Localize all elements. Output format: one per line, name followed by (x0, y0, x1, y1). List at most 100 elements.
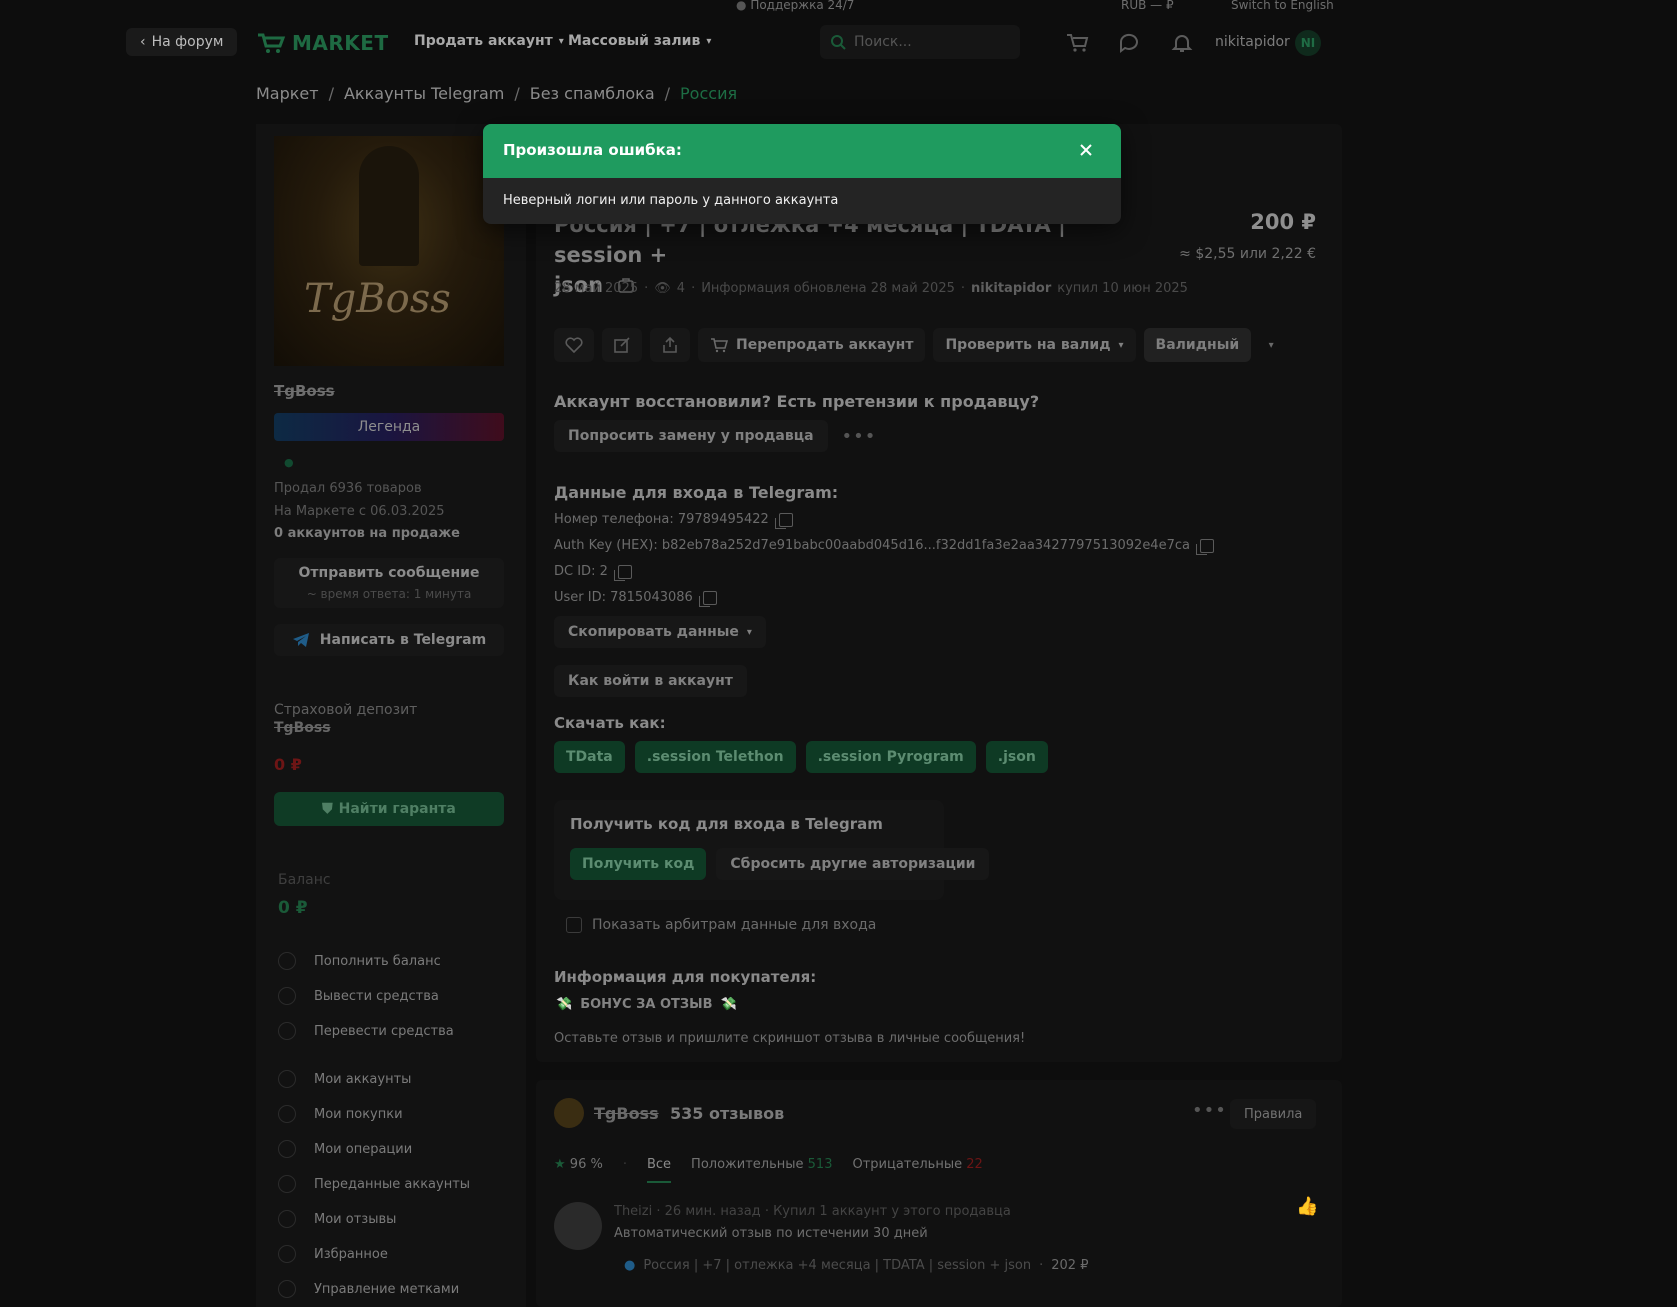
telegram-label: Написать в Telegram (319, 632, 487, 648)
menu-label: Мои операции (314, 1141, 413, 1157)
copy-icon[interactable] (698, 590, 717, 607)
rating-value: 96 % (569, 1157, 603, 1172)
menu-withdraw[interactable]: Вывести средства (278, 987, 439, 1005)
seller-avatar[interactable] (554, 1098, 584, 1128)
menu-transferred-accounts[interactable]: Переданные аккаунты (278, 1175, 470, 1193)
item-buyer[interactable]: nikitapidor (971, 281, 1051, 296)
download-pyrogram-button[interactable]: .session Pyrogram (805, 741, 976, 773)
rules-button[interactable]: Правила (1230, 1099, 1317, 1129)
edit-button[interactable] (602, 328, 642, 362)
menu-top-up[interactable]: Пополнить баланс (278, 952, 441, 970)
find-guarantor-label: Найти гаранта (338, 801, 456, 817)
list-icon (278, 1140, 296, 1158)
language-switch[interactable]: Switch to English (1231, 0, 1334, 12)
breadcrumb-no-spamblock[interactable]: Без спамблока (530, 84, 655, 103)
menu-manage-tags[interactable]: Управление метками (278, 1280, 459, 1298)
chevron-down-icon: ▾ (558, 35, 564, 47)
currency-switch[interactable]: RUB — ₽ (1121, 0, 1174, 12)
menu-my-accounts[interactable]: Мои аккаунты (278, 1070, 411, 1088)
valid-button[interactable]: Валидный (1143, 328, 1252, 362)
menu-label: Избранное (314, 1246, 388, 1262)
download-tdata-button[interactable]: TData (554, 741, 625, 773)
download-json-button[interactable]: .json (985, 741, 1048, 773)
favorite-button[interactable] (554, 328, 594, 362)
download-buttons: TData .session Telethon .session Pyrogra… (554, 741, 1048, 773)
tag-icon (278, 1280, 296, 1298)
write-telegram-button[interactable]: Написать в Telegram (274, 624, 504, 656)
share-button[interactable] (650, 328, 690, 362)
find-guarantor-button[interactable]: ⛊ Найти гаранта (274, 792, 504, 826)
cart-logo-icon (258, 33, 286, 53)
copy-icon[interactable] (613, 564, 632, 581)
share-icon (278, 1070, 296, 1088)
menu-my-operations[interactable]: Мои операции (278, 1140, 412, 1158)
user-id-row: User ID: 7815043086 (554, 590, 717, 607)
download-label: .session Telethon (646, 749, 784, 765)
deposit-seller-name[interactable]: TgBoss (274, 720, 331, 736)
review-item-link[interactable]: ● Россия | +7 | отлежка +4 месяца | TDAT… (624, 1258, 1088, 1273)
menu-transfer[interactable]: Перевести средства (278, 1022, 454, 1040)
user-id: User ID: 7815043086 (554, 590, 693, 605)
reset-authorizations-button[interactable]: Сбросить другие авторизации (716, 848, 990, 880)
menu-label: Переданные аккаунты (314, 1176, 471, 1192)
download-telethon-button[interactable]: .session Telethon (634, 741, 796, 773)
send-message-button[interactable]: Отправить сообщение ~ время ответа: 1 ми… (274, 558, 504, 608)
resell-button[interactable]: Перепродать аккаунт (698, 328, 926, 362)
seller-name[interactable]: TgBoss (274, 382, 335, 400)
copy-icon[interactable] (1195, 538, 1214, 555)
menu-my-purchases[interactable]: Мои покупки (278, 1105, 403, 1123)
item-actions: Перепродать аккаунт Проверить на валид ▾… (554, 328, 1283, 362)
cart-icon[interactable] (1065, 32, 1089, 54)
user-avatar[interactable]: NI (1295, 30, 1321, 56)
valid-dropdown-button[interactable]: ▾ (1259, 328, 1283, 362)
reviews-seller-name[interactable]: TgBoss (594, 1104, 659, 1123)
copy-data-button[interactable]: Скопировать данные ▾ (554, 616, 766, 648)
breadcrumb-telegram[interactable]: Аккаунты Telegram (344, 84, 504, 103)
eye-icon: 👁 (654, 281, 671, 296)
nav-sell-account[interactable]: Продать аккаунт ▾ (414, 33, 564, 49)
get-code-button[interactable]: Получить код (570, 848, 707, 880)
nav-label: Продать аккаунт (414, 33, 553, 49)
how-to-login-button[interactable]: Как войти в аккаунт (554, 665, 747, 697)
menu-label: Управление метками (314, 1281, 460, 1297)
edit-icon (614, 337, 630, 353)
seller-on-sale[interactable]: 0 аккаунтов на продаже (274, 526, 460, 541)
close-button[interactable] (1073, 137, 1099, 163)
auth-key: Auth Key (HEX): b82eb78a252d7e91babc00aa… (554, 538, 1190, 553)
telegram-icon (292, 633, 309, 647)
menu-my-reviews[interactable]: Мои отзывы (278, 1210, 396, 1228)
star-icon: ★ (554, 1157, 566, 1172)
figure-silhouette (359, 146, 419, 266)
bell-icon[interactable] (1170, 32, 1194, 54)
reviewer-name[interactable]: Theizi (614, 1204, 652, 1219)
menu-favorites[interactable]: Избранное (278, 1245, 388, 1263)
item-updated: Информация обновлена 28 май 2025 (701, 281, 955, 296)
copy-icon[interactable] (774, 512, 793, 529)
valid-label: Валидный (1155, 337, 1240, 353)
request-replacement-button[interactable]: Попросить замену у продавца (554, 420, 828, 452)
bag-icon (278, 1105, 296, 1123)
reviewer-avatar[interactable] (554, 1202, 602, 1250)
username[interactable]: nikitapidor (1215, 34, 1290, 50)
tab-negative[interactable]: Отрицательные 22 (852, 1157, 982, 1172)
more-options-icon[interactable]: ••• (842, 426, 877, 447)
more-options-icon[interactable]: ••• (1192, 1100, 1227, 1121)
tab-positive[interactable]: Положительные 513 (691, 1157, 832, 1172)
support-link[interactable]: ● Поддержка 24/7 (736, 0, 854, 12)
tab-all[interactable]: Все (646, 1157, 672, 1183)
bonus-text: БОНУС ЗА ОТЗЫВ (580, 997, 713, 1012)
review-time: 26 мин. назад (664, 1204, 761, 1219)
back-to-forum-button[interactable]: ‹ На форум (126, 28, 238, 56)
market-logo[interactable]: MARKET (256, 30, 389, 56)
messages-icon[interactable] (1117, 32, 1141, 54)
seller-cover-image[interactable]: TgBoss (274, 136, 504, 366)
breadcrumb-market[interactable]: Маркет (256, 84, 319, 103)
check-valid-button[interactable]: Проверить на валид ▾ (933, 328, 1136, 362)
checkbox[interactable] (566, 917, 582, 933)
copy-data-label: Скопировать данные (568, 624, 739, 640)
item-price-converted: ≈ $2,55 или 2,22 € (1179, 246, 1316, 262)
breadcrumb-russia[interactable]: Россия (680, 84, 737, 103)
nav-mass-upload[interactable]: Массовый залив ▾ (568, 33, 711, 49)
search-input[interactable]: Поиск... (820, 25, 1020, 59)
show-arbiters-checkbox[interactable]: Показать арбитрам данные для входа (566, 917, 876, 933)
